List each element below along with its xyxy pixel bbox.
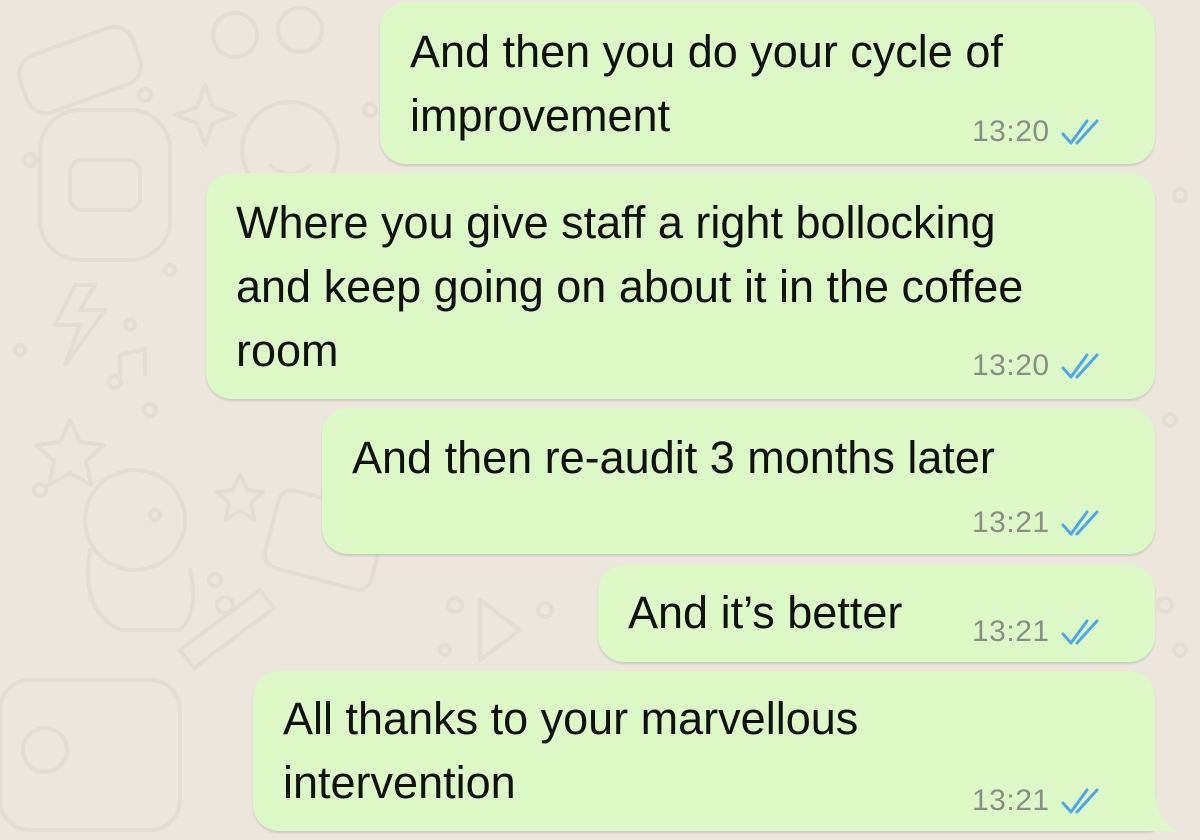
message-timestamp: 13:20 [972, 115, 1050, 148]
message-bubble[interactable]: And then re-audit 3 months later 13:21 [322, 408, 1155, 554]
message-bubble[interactable]: All thanks to your marvellous interventi… [253, 671, 1155, 831]
message-text-line: And then re-audit 3 months later [352, 432, 995, 483]
message-timestamp: 13:20 [972, 349, 1050, 382]
message-text-line: All thanks to your marvellous [283, 693, 859, 744]
message-bubble[interactable]: Where you give staff a right bollocking … [206, 173, 1155, 399]
message-text-line: And then you do your cycle of [410, 26, 1003, 77]
message-text-line: intervention [283, 757, 516, 808]
double-check-read-icon [1061, 119, 1099, 145]
message-text-line: Where you give staff a right bollocking [236, 197, 996, 248]
message-bubble[interactable]: And then you do your cycle of improvemen… [380, 2, 1155, 164]
message-meta: 13:20 [972, 117, 1104, 147]
double-check-read-icon [1061, 619, 1099, 645]
bubble-tail [1145, 795, 1179, 831]
message-text-line: improvement [410, 90, 671, 141]
message-meta: 13:20 [972, 351, 1104, 381]
double-check-read-icon [1061, 788, 1099, 814]
message-meta: 13:21 [972, 508, 1104, 538]
message-text-line: and keep going on about it in the coffee [236, 261, 1024, 312]
message-meta: 13:21 [972, 786, 1104, 816]
message-timestamp: 13:21 [972, 506, 1050, 539]
double-check-read-icon [1061, 510, 1099, 536]
message-timestamp: 13:21 [972, 784, 1050, 817]
message-meta: 13:21 [972, 617, 1104, 647]
message-text-line: room [236, 325, 339, 376]
message-bubble[interactable]: And it’s better 13:21 [598, 565, 1155, 662]
double-check-read-icon [1061, 353, 1099, 379]
message-timestamp: 13:21 [972, 615, 1050, 648]
message-text-line: And it’s better [628, 587, 903, 638]
